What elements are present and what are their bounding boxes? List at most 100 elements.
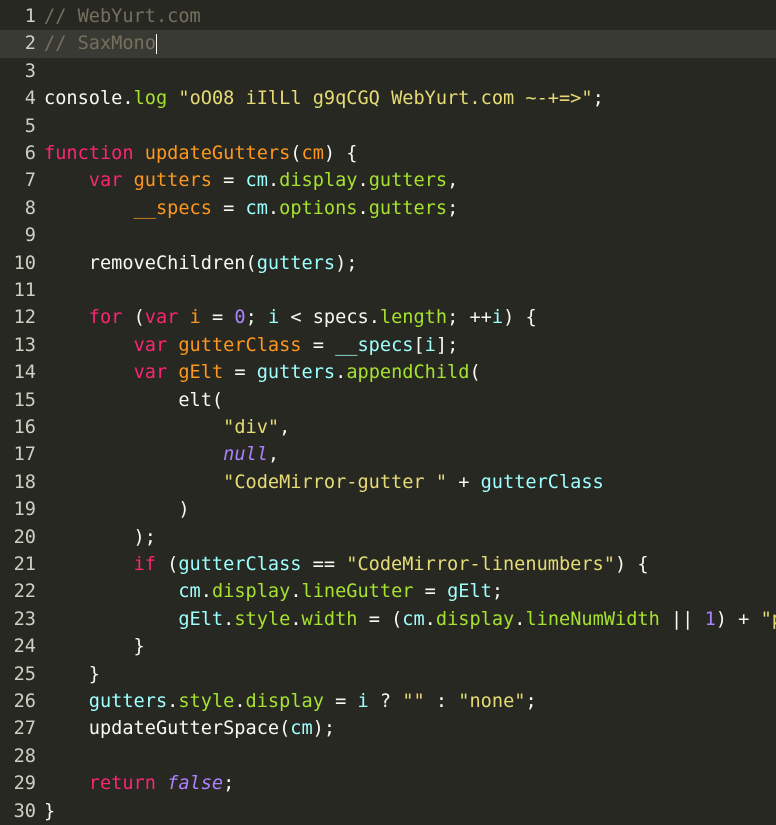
code-line[interactable]: 13 var gutterClass = __specs[i]; [0, 332, 776, 359]
line-number: 10 [13, 252, 36, 274]
code-line[interactable]: 3 [0, 58, 776, 85]
code-line[interactable]: 28 [0, 743, 776, 770]
code-line[interactable]: 5 [0, 113, 776, 140]
code-line[interactable]: 4 console.log "oO08 iIlLl g9qCGQ WebYurt.… [0, 85, 776, 112]
code-line[interactable]: 18 "CodeMirror-gutter " + gutterClass [0, 469, 776, 496]
code-token: // WebYurt.com [44, 6, 201, 27]
code-line[interactable]: 27 updateGutterSpace(cm); [0, 715, 776, 742]
code-text: // WebYurt.com [44, 3, 201, 30]
code-text: ) [44, 496, 189, 523]
line-number: 9 [24, 225, 36, 247]
code-line[interactable]: 26 gutters.style.display = i ? "" : "non… [0, 688, 776, 715]
code-token: var [144, 307, 179, 329]
code-text: var gutters = cm.display.gutters, [44, 167, 459, 194]
code-token: false [167, 773, 224, 795]
code-token: cm [245, 170, 268, 192]
line-number: 17 [13, 444, 36, 466]
code-line[interactable]: 17 null, [0, 441, 776, 468]
code-token: = [200, 307, 235, 329]
code-line[interactable]: 22 cm.display.lineGutter = gElt; [0, 578, 776, 605]
code-line[interactable]: 14 var gElt = gutters.appendChild( [0, 359, 776, 386]
code-line[interactable]: 10 removeChildren(gutters); [0, 250, 776, 277]
code-line[interactable]: 21 if (gutterClass == "CodeMirror-linenu… [0, 551, 776, 578]
code-line[interactable]: 11 [0, 277, 776, 304]
code-line[interactable]: 20 ); [0, 524, 776, 551]
code-token: ? [368, 691, 403, 712]
code-token: "px" [760, 608, 776, 630]
code-text: gutters.style.display = i ? "" : "none"; [44, 688, 537, 715]
code-token: ; [491, 581, 504, 603]
code-token: . [424, 608, 436, 630]
code-token: return [88, 773, 156, 795]
line-number: 28 [13, 745, 36, 767]
code-token: 0 [234, 307, 246, 329]
code-line[interactable]: 6 function updateGutters(cm) { [0, 140, 776, 167]
code-line[interactable]: 7 var gutters = cm.display.gutters, [0, 167, 776, 194]
line-number: 12 [13, 307, 36, 329]
code-line[interactable]: 25 } [0, 661, 776, 688]
code-line[interactable]: 23 gElt.style.width = (cm.display.lineNu… [0, 606, 776, 633]
code-token: } [44, 663, 100, 685]
code-editor[interactable]: 1 // WebYurt.com 2 // SaxMono 3 4 console.log … [0, 0, 776, 825]
code-token: ; ++ [447, 307, 492, 329]
code-token: __specs [133, 197, 212, 219]
line-number: 16 [13, 417, 36, 438]
code-text: } [44, 798, 55, 825]
code-token: ; [223, 773, 235, 795]
code-token: . [335, 362, 347, 384]
code-line[interactable]: 12 for (var i = 0; i < specs.length; ++i… [0, 304, 776, 331]
code-token: ); [312, 718, 336, 740]
code-token: cm [301, 143, 324, 164]
code-line[interactable]: 24 } [0, 633, 776, 660]
code-line[interactable]: 15 elt( [0, 387, 776, 414]
code-token: updateGutterSpace( [44, 718, 291, 740]
line-number: 2 [24, 33, 36, 55]
code-token: ( [469, 362, 481, 384]
code-token: "" [402, 691, 425, 712]
code-token: var [88, 170, 123, 192]
code-token: } [44, 800, 56, 822]
code-line[interactable]: 29 return false; [0, 770, 776, 797]
code-token: if [133, 554, 156, 575]
code-token: console [44, 88, 123, 110]
code-line[interactable]: 1 // WebYurt.com [0, 3, 776, 30]
code-token: == [301, 554, 347, 575]
code-line[interactable]: 8 __specs = cm.options.gutters; [0, 195, 776, 222]
code-token: log [133, 88, 168, 110]
code-line[interactable]: 19 ) [0, 496, 776, 523]
line-number: 1 [24, 6, 36, 27]
code-text: } [44, 633, 145, 660]
line-number: 15 [13, 389, 36, 411]
code-token: . [122, 88, 134, 110]
code-token: "CodeMirror-linenumbers" [346, 554, 615, 575]
line-number: 24 [13, 636, 36, 658]
code-text: __specs = cm.options.gutters; [44, 195, 459, 222]
code-token: gElt [178, 608, 224, 630]
code-text: removeChildren(gutters); [44, 250, 358, 277]
code-token: . [514, 608, 526, 630]
code-token: + [447, 471, 481, 493]
code-token: var [133, 362, 168, 384]
code-line[interactable]: 30} [0, 798, 776, 825]
code-token: ( [155, 554, 179, 575]
code-token: cm [245, 197, 268, 219]
code-line[interactable]: 16 "div", [0, 414, 776, 441]
code-line[interactable]: 2 // SaxMono [0, 30, 776, 58]
code-token: , [267, 444, 280, 466]
code-token: gutters [133, 170, 212, 192]
code-token: , [279, 417, 291, 438]
code-token: . [290, 608, 302, 630]
code-token: style [234, 608, 291, 630]
code-line[interactable]: 9 [0, 222, 776, 249]
code-token: . [200, 581, 212, 603]
line-number: 21 [13, 554, 36, 575]
